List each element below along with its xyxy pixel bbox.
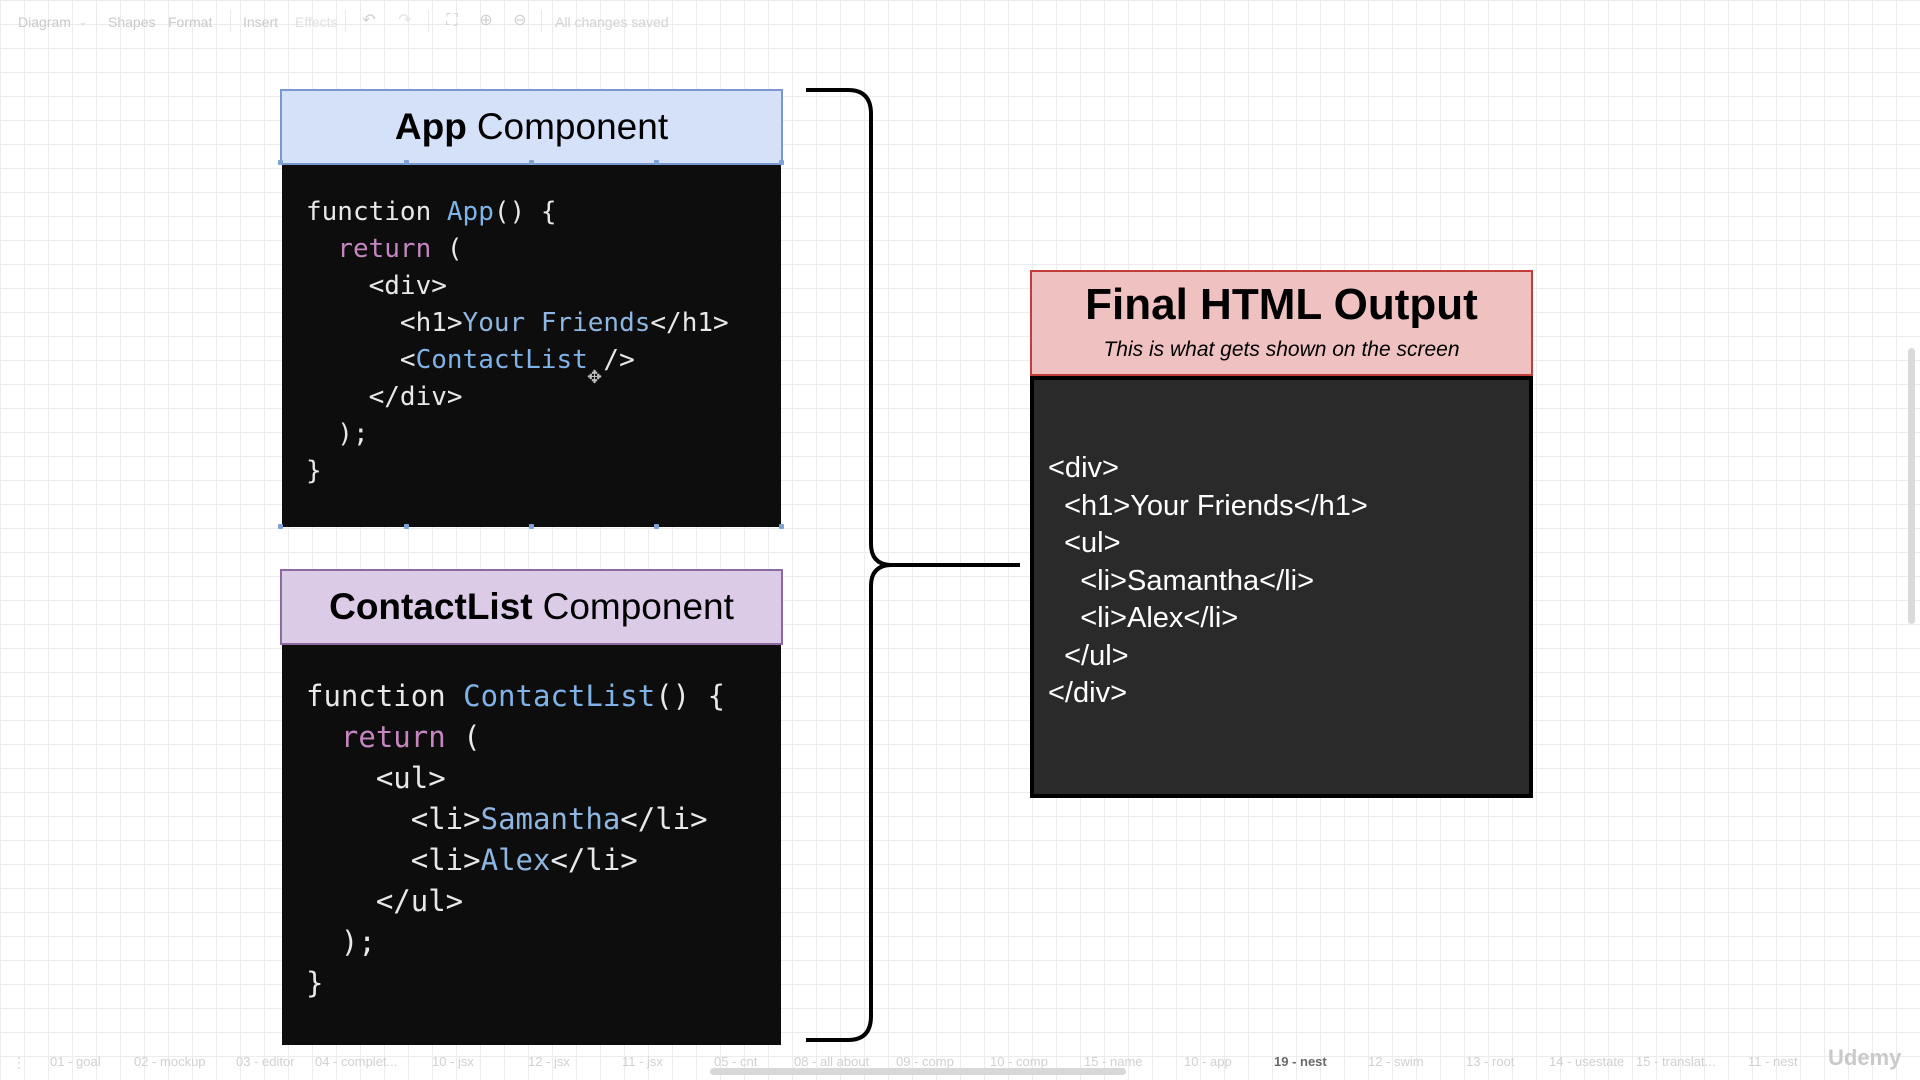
page-tab[interactable]: 13 - root: [1466, 1054, 1514, 1069]
page-tab[interactable]: 19 - nest: [1274, 1054, 1327, 1069]
horizontal-scrollbar[interactable]: [710, 1068, 1126, 1075]
page-tab[interactable]: 01 - goal: [50, 1054, 101, 1069]
output-line: <div>: [1048, 452, 1119, 484]
output-line: <ul>: [1048, 527, 1121, 559]
page-tab[interactable]: 12 - jsx: [528, 1054, 570, 1069]
page-tab[interactable]: 10 - jsx: [432, 1054, 474, 1069]
page-tab[interactable]: 02 - mockup: [134, 1054, 206, 1069]
final-output-header: Final HTML Output This is what gets show…: [1030, 270, 1533, 376]
brace-connector: [806, 88, 1020, 1042]
page-tab[interactable]: 12 - swim: [1368, 1054, 1424, 1069]
output-line: </ul>: [1048, 639, 1129, 672]
output-line: <li>Alex</li>: [1048, 602, 1239, 634]
output-line: <h1>Your Friends</h1>: [1048, 489, 1368, 522]
page-tab[interactable]: 09 - comp: [896, 1054, 954, 1069]
final-output-title: Final HTML Output: [1085, 280, 1478, 329]
output-line: </div>: [1048, 677, 1127, 709]
page-tab[interactable]: 14 - usestate: [1549, 1054, 1624, 1069]
page-tab[interactable]: 15 - name: [1084, 1054, 1143, 1069]
page-tab[interactable]: 03 - editor: [236, 1054, 295, 1069]
page-tab[interactable]: 11 - nest: [1748, 1054, 1798, 1069]
final-output-subtitle: This is what gets shown on the screen: [1103, 338, 1460, 361]
page-tab[interactable]: 10 - comp: [990, 1054, 1048, 1069]
page-tab[interactable]: 04 - complet...: [315, 1054, 397, 1069]
udemy-logo: Udemy: [1828, 1045, 1902, 1070]
page-tab[interactable]: 15 - translat...: [1636, 1054, 1715, 1069]
more-pages-icon[interactable]: ⋮: [12, 1054, 26, 1071]
output-line: <li>Samantha</li>: [1048, 564, 1314, 597]
vertical-scrollbar[interactable]: [1908, 348, 1915, 624]
page-tab[interactable]: 05 - cnt: [714, 1054, 757, 1069]
page-tab[interactable]: 11 - jsx: [622, 1054, 663, 1069]
page-tab[interactable]: 10 - app: [1184, 1054, 1232, 1069]
page-tab[interactable]: 08 - all about: [794, 1054, 869, 1069]
final-output-code: <div> <h1>Your Friends</h1> <ul> <li>Sam…: [1030, 376, 1533, 798]
